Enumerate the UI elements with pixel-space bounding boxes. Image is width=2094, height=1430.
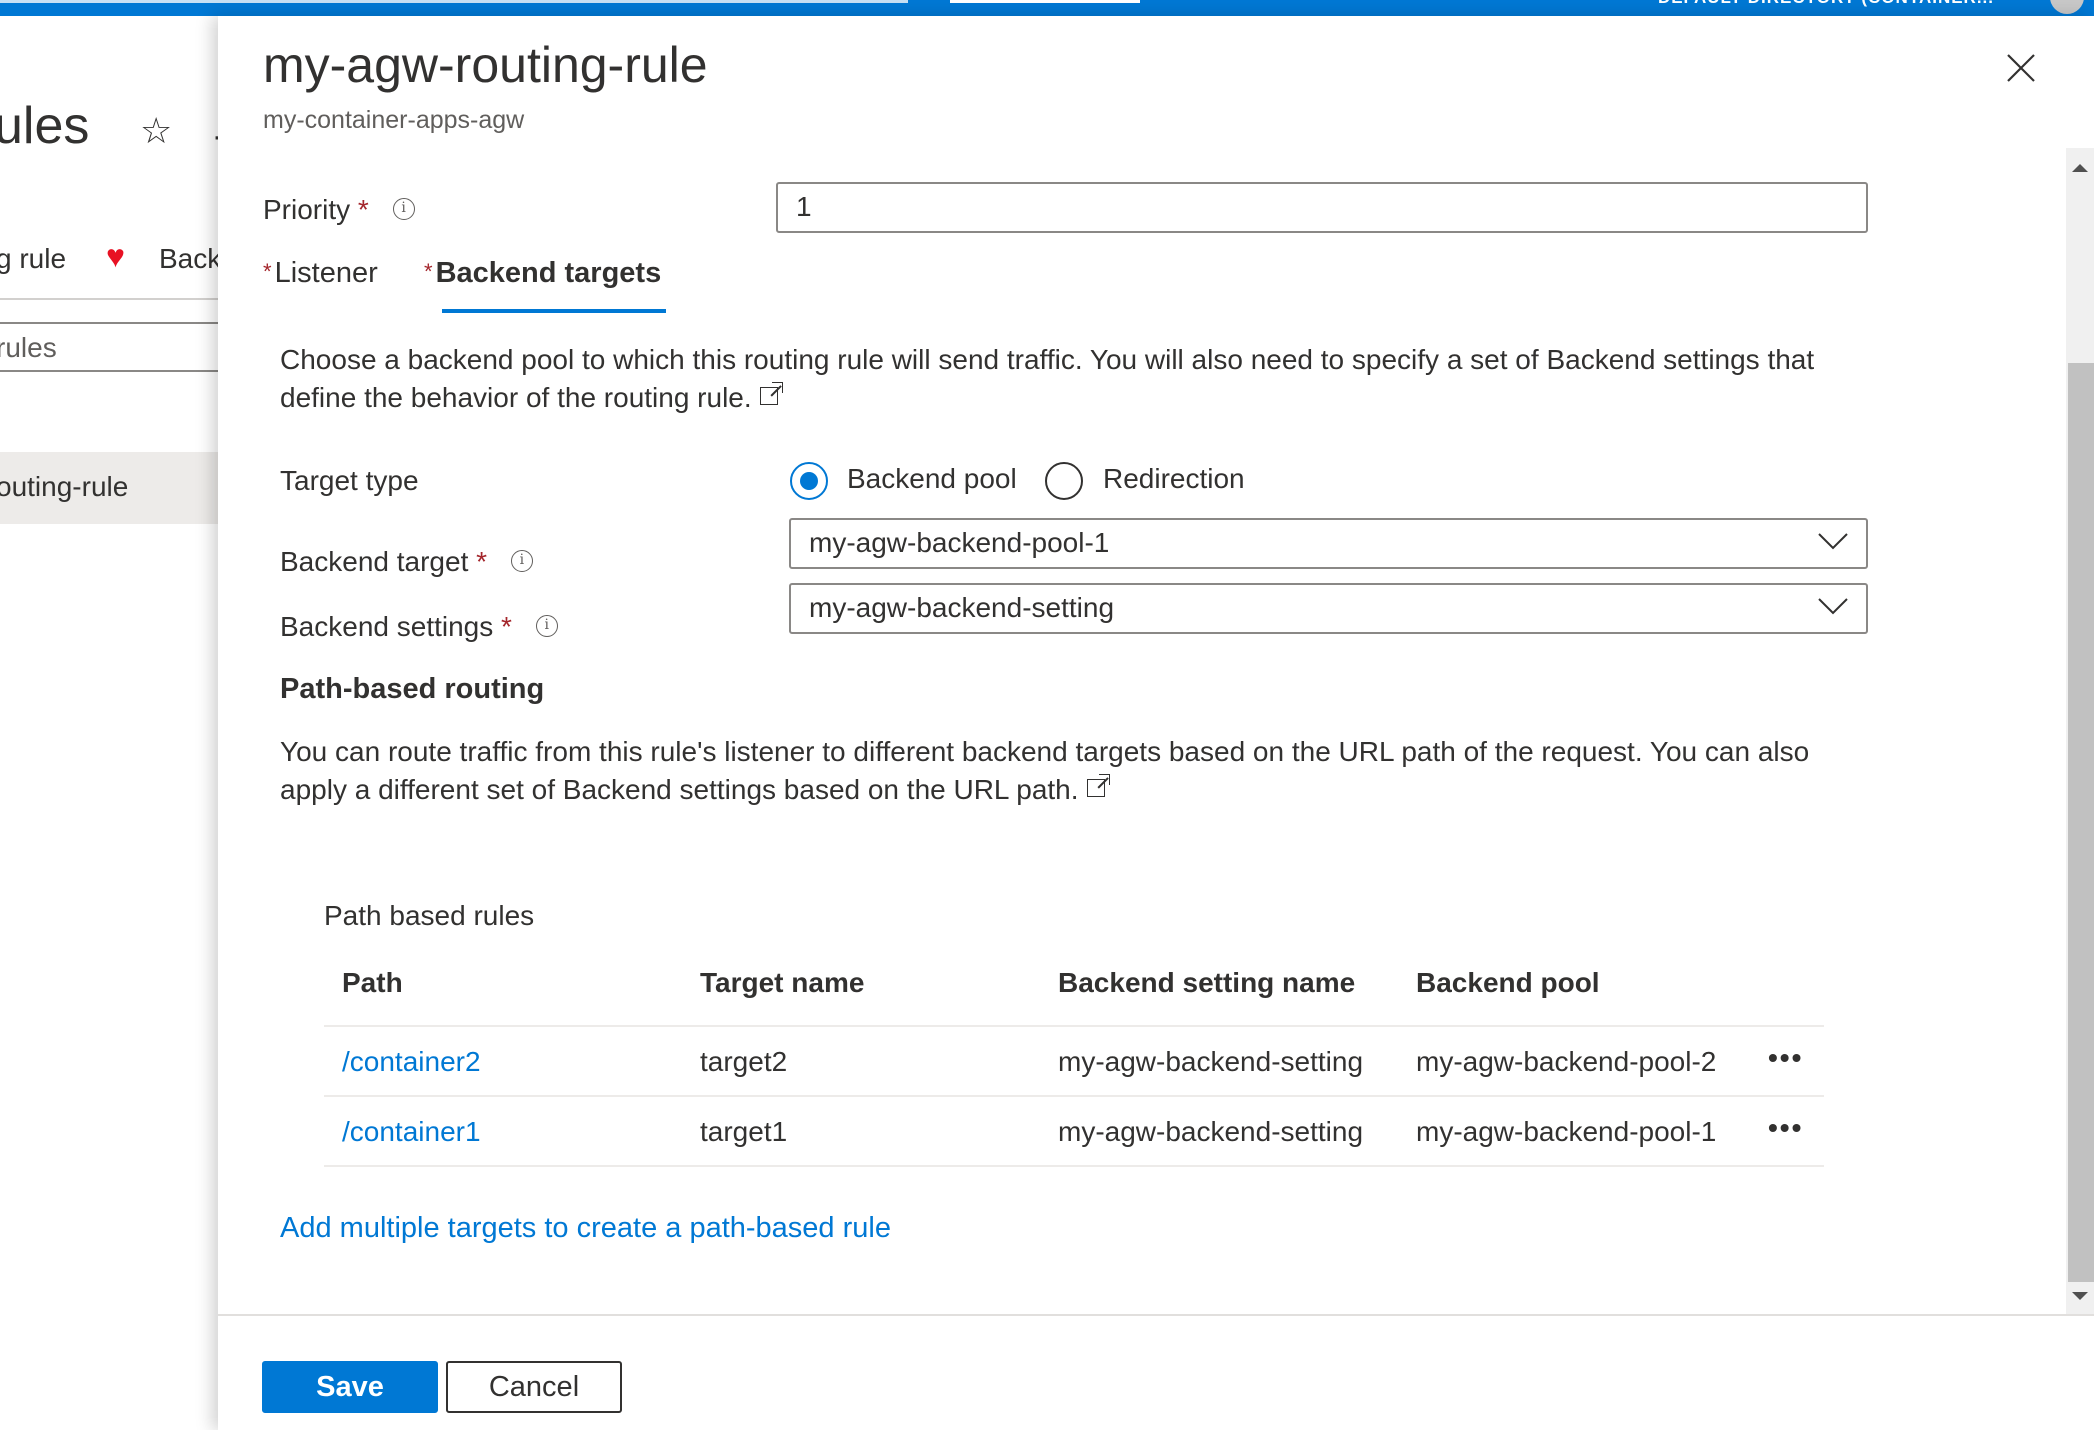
backend-settings-value: my-agw-backend-setting: [809, 592, 1115, 623]
table-row-divider: [324, 1095, 1824, 1097]
row-more-options-icon[interactable]: •••: [1768, 1112, 1803, 1144]
footer-divider: [218, 1314, 2094, 1316]
panel-title: my-agw-routing-rule: [263, 37, 708, 93]
scroll-down-arrow-icon[interactable]: [2072, 1292, 2088, 1300]
filter-rules-placeholder: rules: [0, 332, 57, 363]
path-based-routing-heading: Path-based routing: [280, 673, 545, 705]
panel-subtitle: my-container-apps-agw: [263, 106, 525, 134]
column-header-target-name: Target name: [700, 967, 865, 998]
scroll-up-arrow-icon[interactable]: [2072, 164, 2088, 172]
backend-settings-label-text: Backend settings: [280, 611, 494, 642]
favorite-star-icon[interactable]: ☆: [140, 110, 172, 152]
description-text: Choose a backend pool to which this rout…: [280, 344, 1815, 413]
priority-label: Priority * i: [263, 194, 415, 226]
target-name-cell: target2: [700, 1046, 788, 1077]
rule-list-item-label: outing-rule: [0, 471, 129, 502]
target-name-cell: target1: [700, 1116, 788, 1147]
radio-backend-pool-label[interactable]: Backend pool: [847, 463, 1017, 495]
cancel-button[interactable]: Cancel: [446, 1361, 622, 1413]
directory-label[interactable]: DEFAULT DIRECTORY (CONTAINER...: [1658, 0, 1994, 8]
path-link[interactable]: /container2: [342, 1046, 481, 1078]
active-tab-indicator: [442, 309, 666, 313]
column-header-backend-setting-name: Backend setting name: [1058, 967, 1356, 998]
add-multiple-targets-link[interactable]: Add multiple targets to create a path-ba…: [280, 1212, 891, 1245]
backend-target-label: Backend target * i: [280, 546, 533, 578]
table-header-divider: [324, 1025, 1824, 1027]
path-link[interactable]: /container1: [342, 1116, 481, 1148]
backend-settings-label: Backend settings * i: [280, 611, 558, 643]
close-button[interactable]: [2003, 50, 2039, 86]
required-mark: *: [357, 194, 369, 225]
backend-pool-cell: my-agw-backend-pool-2: [1416, 1046, 1717, 1077]
add-routing-rule-command[interactable]: g rule: [0, 243, 66, 275]
backend-target-dropdown[interactable]: my-agw-backend-pool-1: [789, 518, 1868, 569]
backend-pool-cell: my-agw-backend-pool-1: [1416, 1116, 1717, 1147]
tab-label: Listener: [274, 257, 378, 289]
info-icon[interactable]: i: [535, 614, 558, 637]
background-blade: [0, 16, 220, 1430]
column-header-path: Path: [342, 967, 403, 998]
table-row-divider: [324, 1165, 1824, 1167]
backend-target-label-text: Backend target: [280, 546, 469, 577]
backend-settings-dropdown[interactable]: my-agw-backend-setting: [789, 583, 1868, 634]
backend-health-command[interactable]: Back: [159, 243, 221, 275]
required-mark: *: [424, 259, 433, 284]
radio-backend-pool[interactable]: [790, 462, 828, 500]
radio-redirection[interactable]: [1045, 462, 1083, 500]
info-icon[interactable]: i: [392, 197, 415, 220]
avatar[interactable]: [2050, 0, 2084, 14]
external-link-icon[interactable]: [759, 382, 783, 405]
filter-rules-input[interactable]: rules: [0, 322, 218, 372]
required-mark: *: [476, 546, 488, 577]
scrollbar-thumb[interactable]: [2068, 363, 2094, 1282]
close-icon: [2007, 54, 2035, 82]
target-type-label: Target type: [280, 465, 419, 496]
save-button[interactable]: Save: [262, 1361, 438, 1413]
required-mark: *: [501, 611, 512, 642]
heart-icon: ♥: [106, 238, 125, 274]
tab-backend-targets[interactable]: * Backend targets: [424, 257, 661, 290]
external-link-icon[interactable]: [1086, 774, 1110, 797]
global-search-box[interactable]: [0, 0, 908, 3]
portal-top-bar: DEFAULT DIRECTORY (CONTAINER...: [0, 0, 2094, 16]
tab-label: Backend targets: [435, 257, 662, 289]
backend-target-value: my-agw-backend-pool-1: [809, 527, 1110, 558]
background-blade-title: ules: [0, 97, 90, 155]
command-bar-divider: [0, 298, 218, 300]
backend-setting-cell: my-agw-backend-setting: [1058, 1046, 1364, 1077]
radio-redirection-label[interactable]: Redirection: [1103, 463, 1245, 495]
chevron-down-icon: [1818, 598, 1848, 615]
tab-listener[interactable]: * Listener: [263, 257, 378, 290]
rule-list-item-selected[interactable]: outing-rule: [0, 452, 218, 524]
path-based-rules-title: Path based rules: [324, 900, 535, 931]
column-header-backend-pool: Backend pool: [1416, 967, 1600, 998]
description-text: You can route traffic from this rule's l…: [280, 736, 1810, 805]
top-bar-button[interactable]: [950, 0, 1140, 3]
priority-label-text: Priority: [263, 194, 351, 225]
chevron-down-icon: [1818, 533, 1848, 550]
info-icon[interactable]: i: [510, 549, 533, 572]
priority-input[interactable]: 1: [776, 182, 1868, 233]
required-mark: *: [263, 259, 272, 284]
backend-targets-description: Choose a backend pool to which this rout…: [280, 341, 1880, 417]
row-more-options-icon[interactable]: •••: [1768, 1042, 1803, 1074]
backend-setting-cell: my-agw-backend-setting: [1058, 1116, 1364, 1147]
path-based-routing-description: You can route traffic from this rule's l…: [280, 733, 1880, 809]
